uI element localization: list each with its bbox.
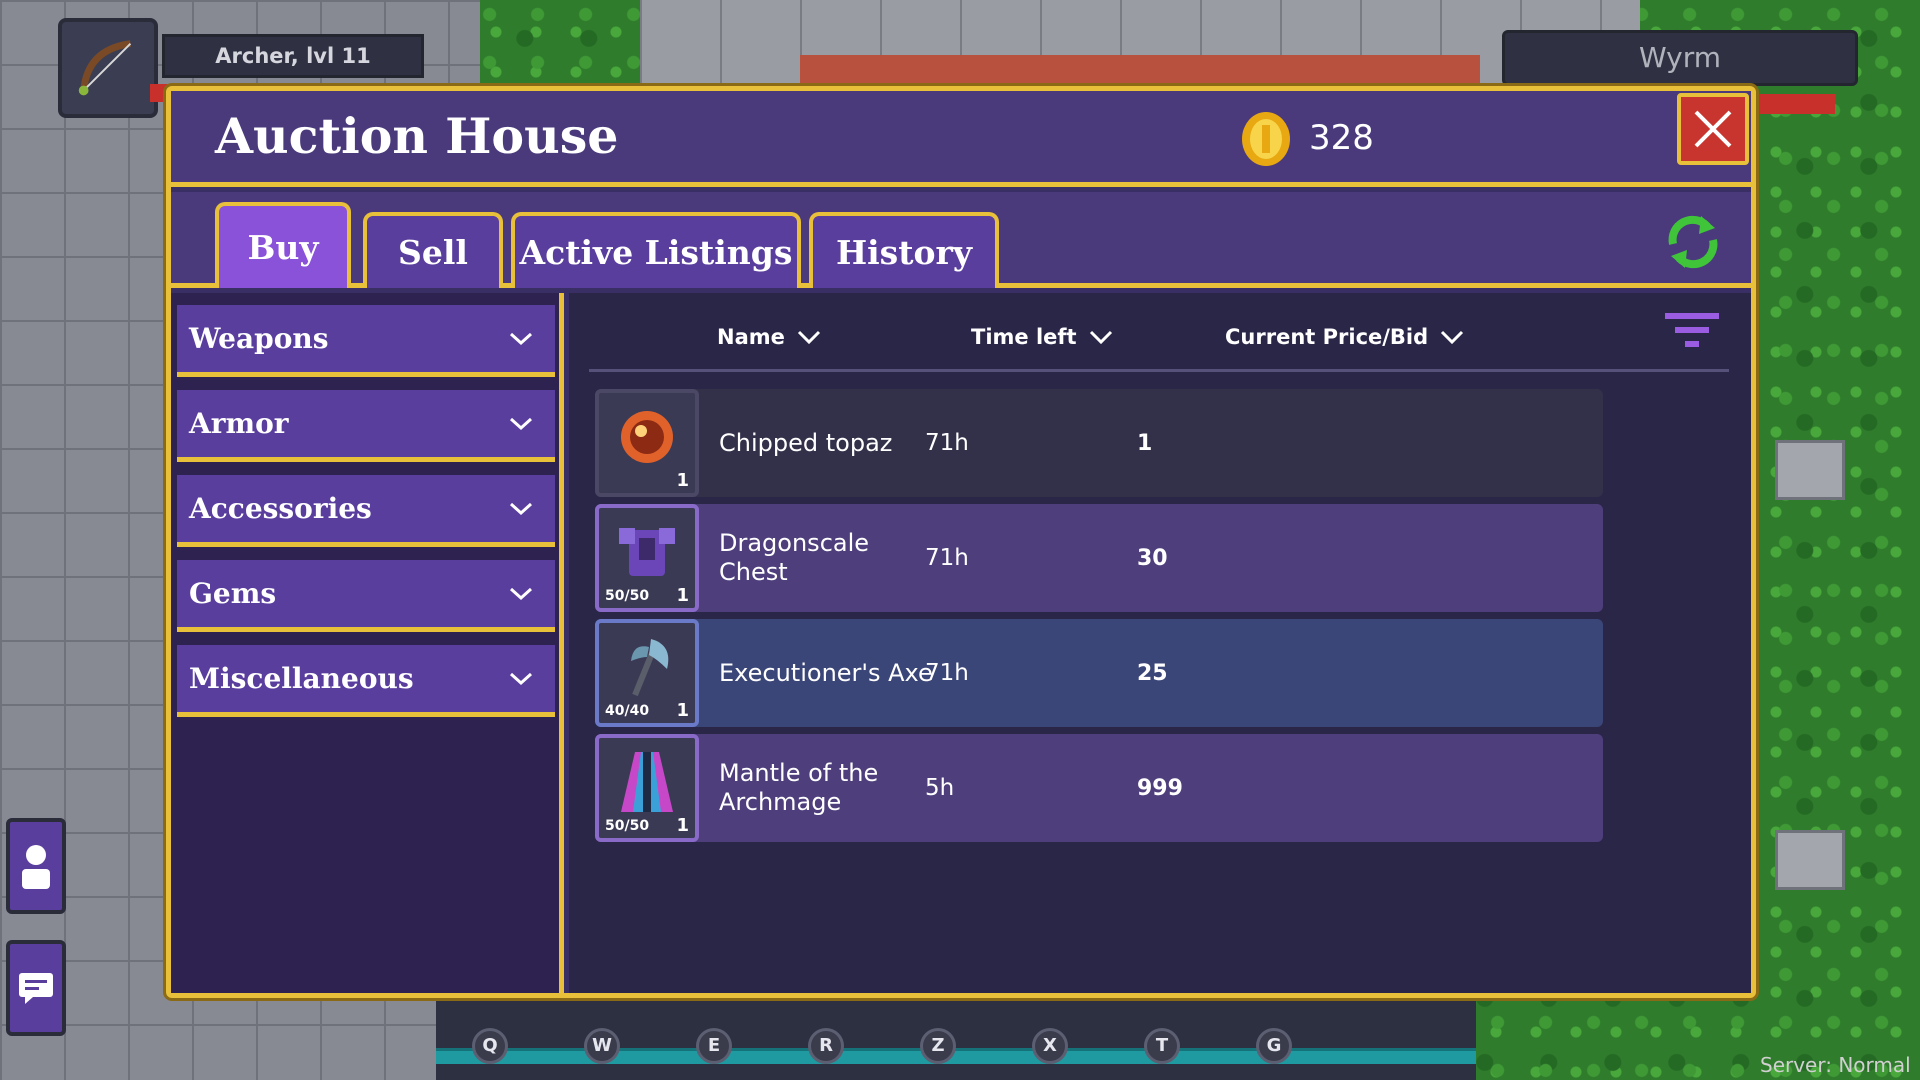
hotkey-r[interactable]: R — [808, 1028, 844, 1064]
item-name: Chipped topaz — [719, 428, 893, 457]
game-stone-block — [1775, 830, 1845, 890]
tab-sell[interactable]: Sell — [363, 212, 503, 288]
tab-history[interactable]: History — [809, 212, 999, 288]
hotkey-t[interactable]: T — [1144, 1028, 1180, 1064]
bow-icon — [78, 40, 132, 96]
mantle-icon — [621, 752, 673, 812]
listing-row[interactable]: 50/50 1 Dragonscale Chest 71h 30 — [595, 504, 1603, 612]
item-slot: 50/50 1 — [595, 734, 699, 842]
listing-row[interactable]: 40/40 1 Executioner's Axe 71h 25 — [595, 619, 1603, 727]
window-title: Auction House — [215, 107, 619, 165]
hotkey-w[interactable]: W — [584, 1028, 620, 1064]
item-quantity: 1 — [676, 815, 689, 836]
item-time-left: 71h — [925, 660, 969, 686]
category-weapons[interactable]: Weapons — [177, 305, 555, 377]
category-label: Gems — [189, 577, 277, 610]
auction-house-window: Auction House 328 Buy Sell Active Listin… — [166, 86, 1756, 998]
game-stone-block — [1775, 440, 1845, 500]
topaz-gem-icon — [621, 411, 673, 463]
category-accessories[interactable]: Accessories — [177, 475, 555, 547]
category-panel: Weapons Armor Accessories Gems Miscellan… — [171, 293, 564, 993]
chevron-down-icon — [509, 672, 533, 685]
refresh-icon[interactable] — [1661, 210, 1725, 274]
chevron-down-icon — [1089, 330, 1112, 345]
chevron-down-icon — [509, 587, 533, 600]
item-durability: 50/50 — [605, 588, 650, 604]
sort-by-price[interactable]: Current Price/Bid — [1225, 317, 1464, 357]
item-durability: 40/40 — [605, 703, 650, 719]
game-brick-wall — [800, 55, 1480, 85]
item-slot: 1 — [595, 389, 699, 497]
header-divider — [589, 369, 1729, 372]
item-quantity: 1 — [676, 700, 689, 721]
listing-row[interactable]: 1 Chipped topaz 71h 1 — [595, 389, 1603, 497]
column-header-name: Name — [717, 325, 785, 349]
close-icon — [1694, 110, 1732, 148]
item-price: 30 — [1137, 545, 1168, 571]
chevron-down-icon — [509, 332, 533, 345]
column-header-price: Current Price/Bid — [1225, 325, 1429, 349]
listing-row[interactable]: 50/50 1 Mantle of the Archmage 5h 999 — [595, 734, 1603, 842]
hotkey-z[interactable]: Z — [920, 1028, 956, 1064]
sort-by-name[interactable]: Name — [717, 317, 821, 357]
category-label: Accessories — [189, 492, 372, 525]
category-miscellaneous[interactable]: Miscellaneous — [177, 645, 555, 717]
item-price: 999 — [1137, 775, 1183, 801]
item-price: 25 — [1137, 660, 1168, 686]
listing-panel: Name Time left Current Price/Bid 1 Chipp… — [569, 293, 1751, 993]
item-time-left: 5h — [925, 775, 955, 801]
chevron-down-icon — [1441, 330, 1464, 345]
tab-bar: Buy Sell Active Listings History — [171, 192, 1751, 288]
auction-header: Auction House 328 — [171, 91, 1751, 187]
category-label: Armor — [189, 407, 289, 440]
gold-coin-icon — [1242, 112, 1290, 166]
tab-active-listings[interactable]: Active Listings — [511, 212, 801, 288]
chat-button[interactable] — [6, 940, 66, 1036]
item-quantity: 1 — [676, 585, 689, 606]
column-header-time-left: Time left — [971, 325, 1077, 349]
axe-icon — [631, 639, 669, 697]
chevron-down-icon — [509, 502, 533, 515]
hotkey-g[interactable]: G — [1256, 1028, 1292, 1064]
item-time-left: 71h — [925, 430, 969, 456]
chevron-down-icon — [509, 417, 533, 430]
item-name: Mantle of the Archmage — [719, 759, 879, 816]
category-gems[interactable]: Gems — [177, 560, 555, 632]
player-name-plate: Archer, lvl 11 — [162, 34, 424, 78]
item-quantity: 1 — [676, 470, 689, 491]
item-slot: 50/50 1 — [595, 504, 699, 612]
server-status-label: Server: Normal — [1760, 1053, 1911, 1077]
chat-icon — [19, 973, 53, 1004]
chevron-down-icon — [797, 330, 820, 345]
hotkey-x[interactable]: X — [1032, 1028, 1068, 1064]
category-armor[interactable]: Armor — [177, 390, 555, 462]
target-name-plate: Wyrm — [1502, 30, 1858, 86]
character-button[interactable] — [6, 818, 66, 914]
auction-body: Weapons Armor Accessories Gems Miscellan… — [171, 293, 1751, 993]
hotkey-e[interactable]: E — [696, 1028, 732, 1064]
category-label: Miscellaneous — [189, 662, 414, 695]
tab-buy[interactable]: Buy — [215, 202, 351, 288]
category-label: Weapons — [189, 322, 329, 355]
hotkey-q[interactable]: Q — [472, 1028, 508, 1064]
chest-armor-icon — [619, 528, 675, 576]
item-slot: 40/40 1 — [595, 619, 699, 727]
item-name: Dragonscale Chest — [719, 529, 870, 586]
filter-icon[interactable] — [1663, 309, 1721, 359]
player-portrait[interactable] — [58, 18, 158, 118]
person-icon — [22, 845, 50, 889]
close-button[interactable] — [1677, 93, 1749, 165]
item-durability: 50/50 — [605, 818, 650, 834]
item-price: 1 — [1137, 430, 1153, 456]
item-time-left: 71h — [925, 545, 969, 571]
game-stone-path — [640, 0, 1640, 100]
sort-by-time-left[interactable]: Time left — [971, 317, 1113, 357]
gold-amount: 328 — [1309, 118, 1374, 158]
item-name: Executioner's Axe — [719, 658, 933, 687]
